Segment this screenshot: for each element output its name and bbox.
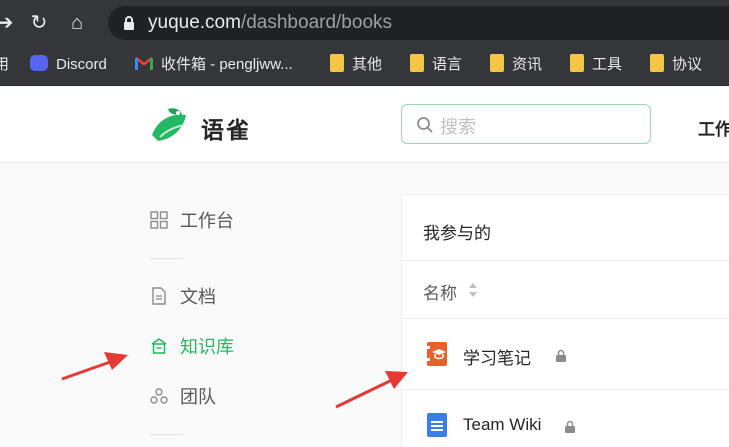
sidebar-item-label: 知识库 bbox=[180, 337, 234, 357]
bookmark-folder[interactable]: 协议 bbox=[650, 44, 702, 86]
bookmark-discord[interactable]: Discord bbox=[30, 44, 107, 86]
table-row[interactable]: Team Wiki bbox=[402, 390, 729, 447]
folder-icon bbox=[650, 54, 664, 73]
sidebar-item-workbench[interactable]: 工作台 bbox=[150, 208, 234, 234]
bookmark-label: 工具 bbox=[592, 56, 623, 73]
lock-icon bbox=[556, 349, 566, 362]
search-placeholder: 搜索 bbox=[440, 117, 476, 137]
sidebar-divider bbox=[150, 258, 182, 259]
book-name[interactable]: Team Wiki bbox=[463, 415, 541, 435]
book-name[interactable]: 学习笔记 bbox=[463, 344, 531, 369]
bookmark-label: Discord bbox=[56, 56, 107, 73]
home-icon[interactable]: ⌂ bbox=[64, 10, 90, 36]
bookmark-folder[interactable]: 资讯 bbox=[490, 44, 542, 86]
reload-icon[interactable]: ↻ bbox=[26, 10, 52, 36]
search-icon bbox=[417, 117, 433, 133]
url-text: yuque.com/dashboard/books bbox=[148, 12, 392, 34]
url-domain: yuque.com bbox=[148, 12, 241, 33]
library-icon bbox=[151, 338, 167, 354]
address-bar[interactable]: yuque.com/dashboard/books bbox=[108, 6, 729, 40]
divider bbox=[402, 260, 729, 261]
section-title: 我参与的 bbox=[423, 224, 491, 243]
folder-icon bbox=[330, 54, 344, 73]
sidebar-item-teams[interactable]: 团队 bbox=[150, 384, 216, 410]
sidebar-item-label: 工作台 bbox=[180, 211, 234, 231]
table-row[interactable]: 学习笔记 bbox=[402, 319, 729, 389]
forward-icon[interactable]: ➔ bbox=[0, 10, 18, 36]
bookmark-folder[interactable]: 其他 bbox=[330, 44, 382, 86]
lock-icon bbox=[565, 420, 575, 433]
nav-workbench[interactable]: 工作 bbox=[698, 115, 729, 140]
folder-icon bbox=[490, 54, 504, 73]
bookmark-folder[interactable]: 工具 bbox=[570, 44, 622, 86]
column-header-name[interactable]: 名称 bbox=[423, 279, 457, 304]
annotation-arrow bbox=[335, 371, 408, 409]
search-input[interactable]: 搜索 bbox=[401, 104, 651, 144]
document-icon bbox=[152, 287, 166, 305]
bookmark-item[interactable]: 用 bbox=[0, 44, 9, 86]
folder-icon bbox=[410, 54, 424, 73]
bookmark-label: 收件箱 - pengljww... bbox=[161, 56, 293, 73]
folder-icon bbox=[570, 54, 584, 73]
sidebar-divider bbox=[150, 434, 182, 435]
sidebar-item-docs[interactable]: 文档 bbox=[150, 284, 216, 310]
bookmarks-bar: 用 Discord 收件箱 - pengljww... 其他 语言 资讯 工具 … bbox=[0, 44, 729, 86]
sort-icon[interactable] bbox=[468, 281, 478, 299]
bookmark-gmail[interactable]: 收件箱 - pengljww... bbox=[135, 44, 293, 86]
team-icon bbox=[150, 388, 168, 404]
logo-text[interactable]: 语雀 bbox=[201, 111, 251, 145]
annotation-arrow bbox=[61, 352, 128, 381]
bookmark-label: 协议 bbox=[672, 56, 703, 73]
discord-icon bbox=[30, 55, 48, 72]
url-path: /dashboard/books bbox=[240, 12, 393, 33]
bookmark-label: 语言 bbox=[432, 56, 463, 73]
sidebar-item-knowledge-base[interactable]: 知识库 bbox=[150, 334, 234, 360]
book-icon bbox=[427, 413, 447, 437]
bookmark-label: 用 bbox=[0, 56, 10, 73]
sidebar-item-label: 团队 bbox=[180, 387, 216, 407]
yuque-logo-icon[interactable] bbox=[150, 105, 192, 145]
books-panel: 我参与的 名称 学习笔记 Team Wiki bbox=[401, 194, 729, 447]
bookmark-label: 资讯 bbox=[512, 56, 543, 73]
site-header: 语雀 搜索 工作 bbox=[0, 87, 729, 163]
book-icon bbox=[427, 342, 447, 366]
gmail-icon bbox=[135, 57, 153, 71]
lock-icon[interactable] bbox=[122, 15, 136, 31]
bookmark-label: 其他 bbox=[352, 56, 383, 73]
grid-icon bbox=[150, 211, 168, 229]
bookmark-folder[interactable]: 语言 bbox=[410, 44, 462, 86]
sidebar-item-label: 文档 bbox=[180, 287, 216, 307]
browser-toolbar: ➔ ↻ ⌂ yuque.com/dashboard/books bbox=[0, 0, 729, 44]
